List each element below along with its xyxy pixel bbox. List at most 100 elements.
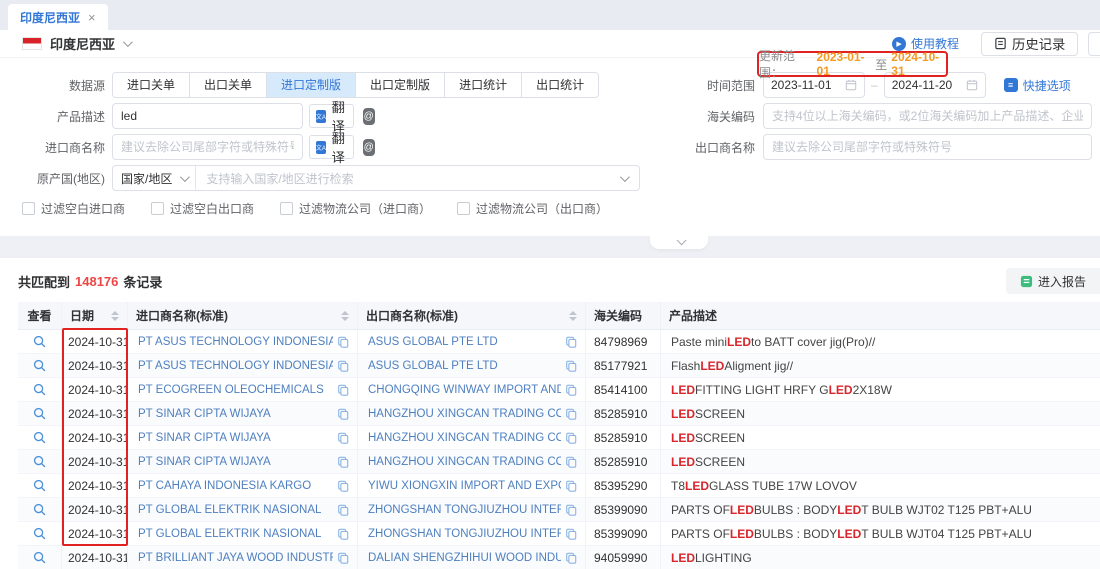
data-source-tab-2[interactable]: 进口定制版 (266, 73, 355, 97)
copy-button[interactable] (565, 480, 577, 492)
view-record-button[interactable] (18, 354, 62, 377)
importer-name-link[interactable]: PT CAHAYA INDONESIA KARGO (138, 480, 311, 492)
filter-checkbox-1[interactable]: 过滤空白出口商 (151, 200, 254, 217)
copy-button[interactable] (565, 504, 577, 516)
view-record-button[interactable] (18, 330, 62, 353)
copy-button[interactable] (337, 552, 349, 564)
view-record-button[interactable] (18, 546, 62, 569)
quick-options-button[interactable]: ≡ 快捷选项 (1004, 77, 1071, 94)
importer-name-link[interactable]: PT SINAR CIPTA WIJAYA (138, 408, 271, 420)
synonym-icon[interactable]: @ (363, 108, 375, 125)
importer-name-link[interactable]: PT GLOBAL ELEKTRIK NASIONAL (138, 528, 321, 540)
copy-icon (337, 552, 349, 564)
date-cell: 2024-10-31 (62, 522, 128, 545)
data-source-tab-3[interactable]: 出口定制版 (355, 73, 444, 97)
copy-button[interactable] (565, 384, 577, 396)
importer-name-link[interactable]: PT ASUS TECHNOLOGY INDONESIA BA... (138, 336, 333, 348)
country-selector-label[interactable]: 印度尼西亚 (50, 34, 115, 53)
copy-button[interactable] (337, 432, 349, 444)
column-header-3[interactable]: 出口商名称(标准) (358, 302, 586, 329)
led-highlight: LED (671, 455, 695, 469)
exporter-name-link[interactable]: ASUS GLOBAL PTE LTD (368, 336, 498, 348)
origin-select[interactable]: 国家/地区 (113, 166, 196, 190)
hs-code-input[interactable] (763, 103, 1092, 129)
exporter-input[interactable] (763, 134, 1092, 160)
exporter-name-link[interactable]: HANGZHOU XINGCAN TRADING CO LTD (368, 408, 561, 420)
copy-icon (565, 480, 577, 492)
chevron-down-icon (620, 172, 630, 182)
exporter-name-link[interactable]: YIWU XIONGXIN IMPORT AND EXPORT... (368, 480, 561, 492)
data-source-tab-4[interactable]: 进口统计 (444, 73, 521, 97)
importer-name-link[interactable]: PT ECOGREEN OLEOCHEMICALS (138, 384, 324, 396)
data-source-tab-0[interactable]: 进口关单 (113, 73, 189, 97)
translate-button[interactable]: 文A 翻译 (309, 135, 354, 159)
copy-button[interactable] (337, 384, 349, 396)
column-header-label: 进口商名称(标准) (136, 307, 228, 324)
copy-button[interactable] (337, 456, 349, 468)
data-source-tab-1[interactable]: 出口关单 (189, 73, 266, 97)
exporter-name-link[interactable]: ZHONGSHAN TONGJIUZHOU INTERNA... (368, 528, 561, 540)
company-cell: PT ASUS TECHNOLOGY INDONESIA BA... (128, 354, 358, 377)
view-record-button[interactable] (18, 450, 62, 473)
exporter-name-link[interactable]: CHONGQING WINWAY IMPORT AND E... (368, 384, 561, 396)
view-record-button[interactable] (18, 522, 62, 545)
collapse-form-button[interactable] (650, 236, 708, 249)
filter-checkbox-0[interactable]: 过滤空白进口商 (22, 200, 125, 217)
view-record-button[interactable] (18, 498, 62, 521)
exporter-name-link[interactable]: HANGZHOU XINGCAN TRADING CO LTD (368, 456, 561, 468)
filter-checkbox-3[interactable]: 过滤物流公司（出口商） (457, 200, 608, 217)
chevron-down-icon[interactable] (123, 37, 133, 47)
synonym-icon[interactable]: @ (363, 139, 375, 156)
favorite-button[interactable]: ★ (1088, 32, 1100, 56)
view-record-button[interactable] (18, 426, 62, 449)
column-header-1[interactable]: 日期 (62, 302, 128, 329)
exporter-name-link[interactable]: HANGZHOU XINGCAN TRADING CO LTD (368, 432, 561, 444)
importer-name-link[interactable]: PT SINAR CIPTA WIJAYA (138, 456, 271, 468)
data-source-tab-5[interactable]: 出口统计 (521, 73, 598, 97)
product-desc-cell: Flash LED Aligment jig// (661, 354, 1100, 377)
exporter-name-link[interactable]: ZHONGSHAN TONGJIUZHOU INTERNA... (368, 504, 561, 516)
copy-button[interactable] (337, 528, 349, 540)
results-panel: 共匹配到 148176 条记录 进入报告 查看日期进口商名称(标准)出口商名称(… (0, 258, 1100, 569)
company-cell: PT ECOGREEN OLEOCHEMICALS (128, 378, 358, 401)
copy-icon (337, 384, 349, 396)
copy-button[interactable] (565, 528, 577, 540)
product-desc-input[interactable] (112, 103, 303, 129)
date-cell: 2024-10-31 (62, 498, 128, 521)
importer-input[interactable] (112, 134, 303, 160)
copy-button[interactable] (565, 552, 577, 564)
update-range-end: 2024-10-31 (891, 50, 946, 78)
copy-button[interactable] (337, 504, 349, 516)
column-header-label: 日期 (70, 307, 94, 324)
country-tab[interactable]: 印度尼西亚 × (8, 4, 108, 30)
close-icon[interactable]: × (88, 10, 96, 25)
copy-button[interactable] (565, 408, 577, 420)
importer-name-link[interactable]: PT ASUS TECHNOLOGY INDONESIA BA... (138, 360, 333, 372)
enter-report-button[interactable]: 进入报告 (1006, 268, 1100, 294)
column-header-2[interactable]: 进口商名称(标准) (128, 302, 358, 329)
view-record-button[interactable] (18, 474, 62, 497)
copy-button[interactable] (565, 456, 577, 468)
copy-button[interactable] (337, 360, 349, 372)
copy-button[interactable] (565, 432, 577, 444)
hs-code-cell: 85177921 (586, 354, 661, 377)
exporter-name-link[interactable]: DALIAN SHENGZHIHUI WOOD INDUST... (368, 552, 561, 564)
copy-button[interactable] (565, 336, 577, 348)
view-record-button[interactable] (18, 378, 62, 401)
copy-button[interactable] (337, 408, 349, 420)
origin-country-control[interactable]: 国家/地区 支持输入国家/地区进行检索 (112, 165, 640, 191)
copy-button[interactable] (565, 360, 577, 372)
view-record-button[interactable] (18, 402, 62, 425)
importer-name-link[interactable]: PT BRILLIANT JAYA WOOD INDUSTRY (138, 552, 333, 564)
copy-icon (565, 336, 577, 348)
copy-button[interactable] (337, 336, 349, 348)
importer-name-link[interactable]: PT SINAR CIPTA WIJAYA (138, 432, 271, 444)
translate-button[interactable]: 文A 翻译 (309, 104, 354, 128)
filter-checkbox-2[interactable]: 过滤物流公司（进口商） (280, 200, 431, 217)
exporter-name-link[interactable]: ASUS GLOBAL PTE LTD (368, 360, 498, 372)
importer-name-link[interactable]: PT GLOBAL ELEKTRIK NASIONAL (138, 504, 321, 516)
data-source-tabs: 进口关单出口关单进口定制版出口定制版进口统计出口统计 (112, 72, 599, 98)
date-cell: 2024-10-31 (62, 474, 128, 497)
copy-button[interactable] (337, 480, 349, 492)
history-button[interactable]: 历史记录 (981, 32, 1078, 56)
